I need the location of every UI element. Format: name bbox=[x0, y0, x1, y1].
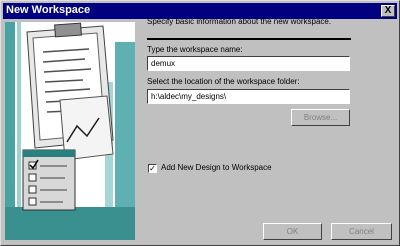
location-input[interactable]: h:\aldec\my_designs\ bbox=[147, 89, 350, 104]
cancel-button[interactable]: Cancel bbox=[331, 223, 392, 240]
close-button[interactable]: X bbox=[381, 5, 395, 17]
browse-button[interactable]: Browse... bbox=[291, 109, 350, 126]
header-separator bbox=[147, 38, 351, 40]
window-title: New Workspace bbox=[6, 4, 91, 16]
location-label: Select the location of the workspace fol… bbox=[147, 77, 300, 86]
intro-text: Specify basic information about the new … bbox=[147, 17, 332, 26]
workspace-name-label: Type the workspace name: bbox=[147, 45, 243, 54]
new-workspace-dialog: New Workspace X Specify basic informatio… bbox=[0, 0, 400, 246]
wizard-image bbox=[5, 22, 135, 240]
ok-button[interactable]: OK bbox=[263, 223, 322, 240]
workspace-name-input[interactable]: demux bbox=[147, 56, 350, 71]
clipboard-checklist-illustration-icon bbox=[5, 22, 135, 240]
add-design-label[interactable]: Add New Design to Workspace bbox=[161, 163, 272, 172]
add-design-checkbox[interactable]: ✓ bbox=[148, 164, 157, 173]
